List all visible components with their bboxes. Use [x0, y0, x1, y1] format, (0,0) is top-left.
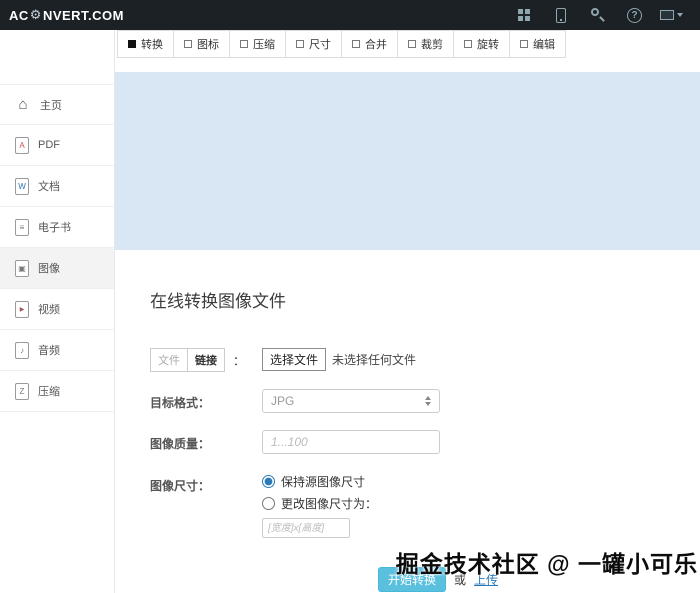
image-size-options: 保持源图像尺寸 更改图像尺寸为：: [262, 473, 377, 538]
image-quality-input[interactable]: [262, 430, 440, 454]
sidebar-item-home[interactable]: ⌂ 主页: [0, 84, 114, 125]
choose-file-button[interactable]: 选择文件: [262, 348, 327, 371]
sidebar-item-label: 音频: [38, 345, 60, 357]
apps-grid-icon[interactable]: [505, 0, 542, 30]
square-icon: [464, 40, 472, 48]
ebook-icon: ≡: [15, 218, 29, 236]
image-quality-label: 图像质量：: [150, 437, 211, 451]
tab-label: 图标: [197, 39, 219, 51]
sidebar-item-label: 主页: [40, 99, 62, 112]
square-icon: [408, 40, 416, 48]
top-bar: AC ⚙ NVERT.COM ?: [0, 0, 700, 30]
tab-label: 转换: [141, 39, 163, 51]
change-size-option[interactable]: 更改图像尺寸为：: [262, 495, 377, 512]
tab-label: 裁剪: [421, 39, 443, 51]
flag-glyph: [660, 10, 683, 20]
audio-file-icon: ♪: [15, 341, 29, 359]
target-format-label: 目标格式：: [150, 396, 211, 410]
sidebar-item-label: 电子书: [38, 222, 71, 234]
square-icon: [352, 40, 360, 48]
sidebar-item-document[interactable]: W 文档: [0, 166, 114, 207]
tab-edit[interactable]: 编辑: [509, 30, 566, 58]
image-tools-tabbar: 转换 图标 压缩 尺寸 合并 裁剪 旋转 编辑: [115, 30, 700, 58]
watermark-text: 掘金技术社区 @ 一罐小可乐: [395, 551, 698, 577]
topbar-icon-group: ?: [505, 0, 700, 30]
help-icon[interactable]: ?: [616, 0, 653, 30]
chevron-down-icon: [677, 13, 683, 17]
logo-text-prefix: AC: [9, 7, 29, 23]
tab-compress[interactable]: 压缩: [229, 30, 286, 58]
image-file-icon: ▣: [15, 259, 29, 277]
source-file-tab[interactable]: 文件: [150, 348, 188, 372]
sidebar-item-archive[interactable]: Z 压缩: [0, 371, 114, 412]
square-icon: [184, 40, 192, 48]
filled-square-icon: [128, 40, 136, 48]
tab-resize[interactable]: 尺寸: [285, 30, 342, 58]
sidebar-item-pdf[interactable]: A PDF: [0, 125, 114, 166]
sidebar-item-label: PDF: [38, 139, 60, 151]
square-icon: [520, 40, 528, 48]
word-document-icon: W: [15, 177, 29, 195]
file-status-text: 未选择任何文件: [332, 353, 417, 367]
file-picker: 选择文件 未选择任何文件: [262, 348, 416, 371]
tab-rotate[interactable]: 旋转: [453, 30, 510, 58]
ad-banner[interactable]: [115, 72, 700, 250]
select-arrows-icon: [425, 396, 431, 406]
sidebar-item-video[interactable]: ▶ 视频: [0, 289, 114, 330]
sidebar-item-audio[interactable]: ♪ 音频: [0, 330, 114, 371]
sidebar-item-image[interactable]: ▣ 图像: [0, 248, 114, 289]
site-logo[interactable]: AC ⚙ NVERT.COM: [0, 7, 124, 23]
change-size-label: 更改图像尺寸为：: [281, 497, 378, 511]
tab-merge[interactable]: 合并: [341, 30, 398, 58]
sidebar-item-label: 视频: [38, 304, 60, 316]
square-icon: [296, 40, 304, 48]
colon-separator: ：: [233, 353, 246, 368]
tab-icon[interactable]: 图标: [173, 30, 230, 58]
tab-label: 旋转: [477, 39, 499, 51]
video-file-icon: ▶: [15, 300, 29, 318]
logo-text-suffix: NVERT.COM: [42, 7, 124, 23]
sidebar-item-label: 图像: [38, 263, 60, 275]
tab-label: 尺寸: [309, 39, 331, 51]
keep-size-label: 保持源图像尺寸: [281, 475, 366, 489]
pdf-file-icon: A: [15, 136, 29, 154]
square-icon: [240, 40, 248, 48]
tab-label: 合并: [365, 39, 387, 51]
keep-size-radio[interactable]: [262, 475, 275, 488]
source-link-tab[interactable]: 链接: [187, 348, 225, 372]
archive-file-icon: Z: [15, 382, 29, 400]
sidebar: ⌂ 主页 A PDF W 文档 ≡ 电子书 ▣ 图像 ▶ 视频 ♪ 音频 Z 压…: [0, 30, 115, 593]
sidebar-item-label: 压缩: [38, 386, 60, 398]
help-glyph: ?: [627, 7, 642, 23]
search-icon[interactable]: [579, 0, 616, 30]
apps-grid-glyph: [517, 9, 530, 21]
home-icon: ⌂: [18, 96, 28, 113]
size-dimensions-input[interactable]: [262, 518, 350, 538]
language-flag-icon[interactable]: [653, 0, 690, 30]
tab-label: 编辑: [533, 39, 555, 51]
gear-icon: ⚙: [29, 7, 42, 22]
mobile-glyph: [555, 7, 566, 23]
target-format-select[interactable]: JPG: [262, 389, 440, 413]
selected-format-value: JPG: [271, 394, 295, 408]
mobile-icon[interactable]: [542, 0, 579, 30]
image-size-label: 图像尺寸：: [150, 479, 211, 493]
search-glyph: [590, 8, 605, 22]
tab-label: 压缩: [253, 39, 275, 51]
change-size-radio[interactable]: [262, 497, 275, 510]
source-toggle: 文件 链接 ：: [150, 348, 245, 372]
keep-size-option[interactable]: 保持源图像尺寸: [262, 473, 377, 490]
tab-convert[interactable]: 转换: [117, 30, 174, 58]
page-title: 在线转换图像文件: [150, 292, 286, 311]
sidebar-item-ebook[interactable]: ≡ 电子书: [0, 207, 114, 248]
tab-crop[interactable]: 裁剪: [397, 30, 454, 58]
sidebar-item-label: 文档: [38, 181, 60, 193]
